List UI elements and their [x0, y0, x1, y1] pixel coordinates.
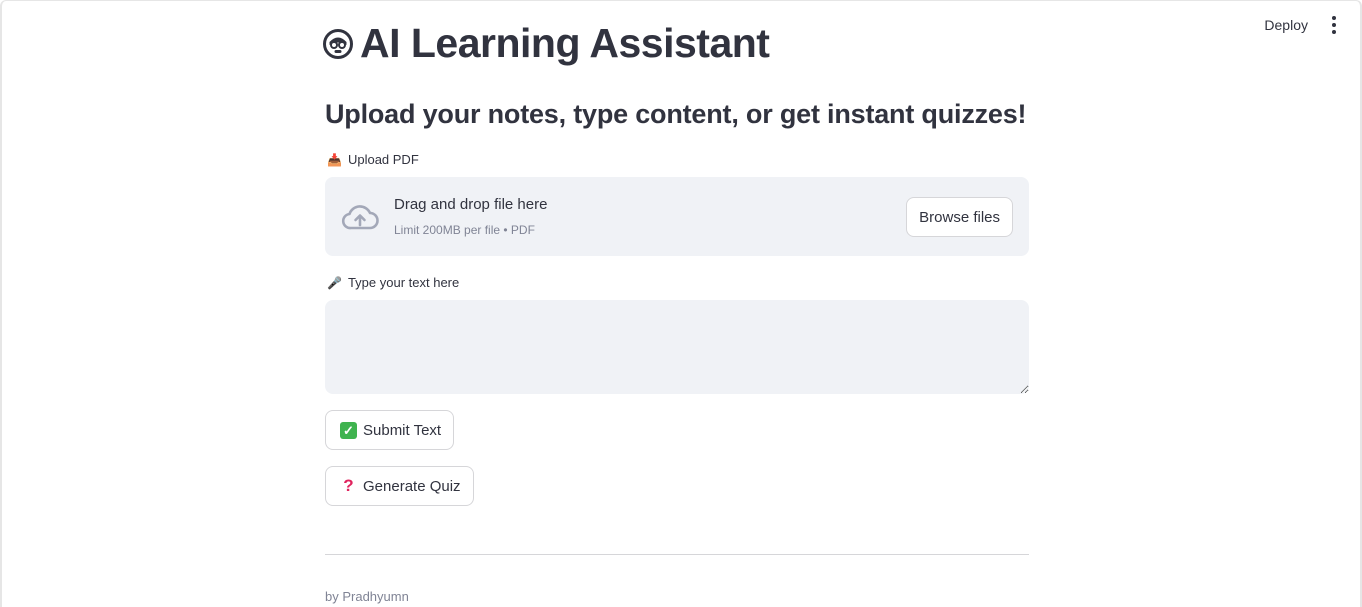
text-input-label: 🎤 Type your text here: [327, 275, 459, 290]
text-input-label-text: Type your text here: [347, 275, 460, 290]
check-mark-icon: ✓: [340, 421, 357, 439]
generate-quiz-label: Generate Quiz: [363, 477, 461, 495]
page-subtitle: Upload your notes, type content, or get …: [325, 99, 1027, 129]
kebab-menu-icon[interactable]: [1326, 14, 1342, 36]
question-mark-icon: ?: [343, 476, 354, 495]
upload-label-text: Upload PDF: [347, 152, 419, 167]
robot-face-icon: [323, 28, 353, 59]
page-title: AI Learning Assistant: [322, 20, 770, 67]
cloud-upload-icon: [341, 205, 379, 230]
generate-quiz-button[interactable]: ? Generate Quiz: [325, 466, 474, 506]
file-dropzone[interactable]: Drag and drop file here Limit 200MB per …: [325, 177, 1029, 256]
microphone-icon: 🎤: [327, 275, 342, 290]
submit-text-button[interactable]: ✓ Submit Text: [325, 410, 455, 450]
app-header: Deploy: [1264, 14, 1342, 36]
browse-files-button[interactable]: Browse files: [906, 197, 1013, 237]
footer-divider: [325, 554, 1029, 555]
footer-credit: by Pradhyumn: [325, 589, 409, 604]
text-input-area[interactable]: [325, 300, 1029, 394]
submit-text-label: Submit Text: [363, 421, 442, 439]
dropzone-limit: Limit 200MB per file • PDF: [394, 223, 535, 237]
inbox-tray-icon: 📥: [327, 152, 342, 167]
deploy-button[interactable]: Deploy: [1264, 17, 1308, 33]
page-title-text: AI Learning Assistant: [360, 20, 770, 66]
upload-label: 📥 Upload PDF: [327, 152, 419, 167]
dropzone-instruction: Drag and drop file here: [394, 196, 548, 213]
